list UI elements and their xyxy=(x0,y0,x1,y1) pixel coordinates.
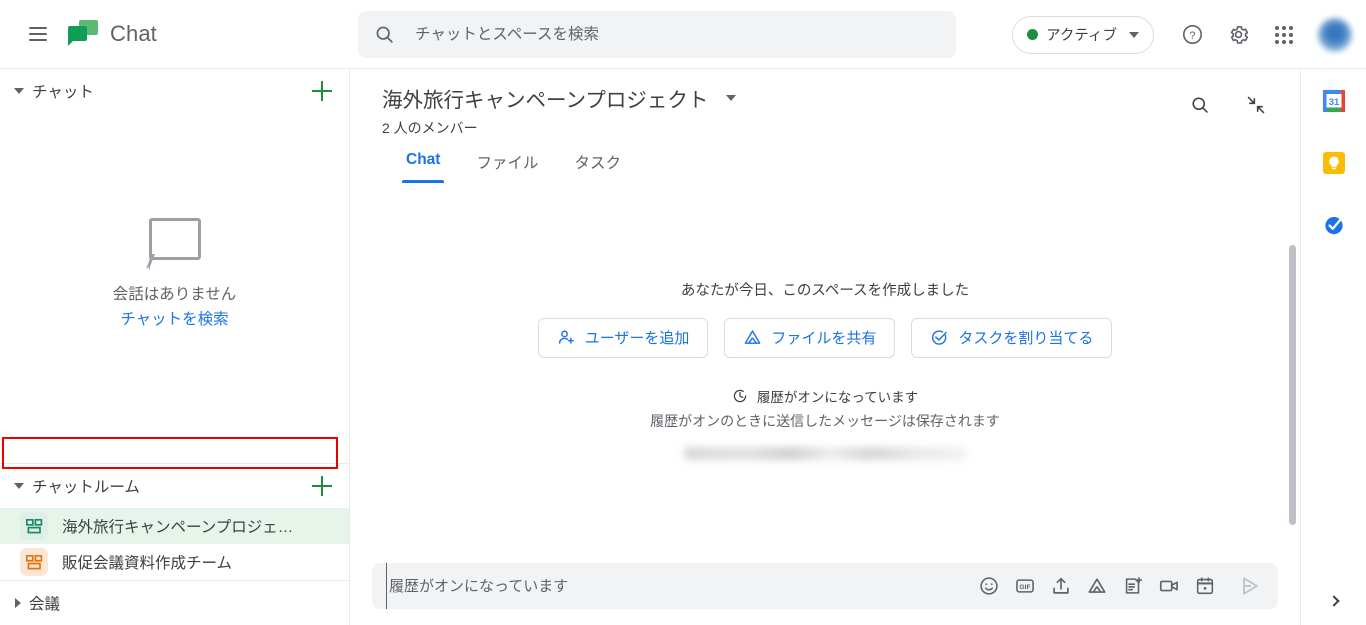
new-room-plus-icon[interactable] xyxy=(309,473,335,499)
search-input[interactable] xyxy=(413,11,940,58)
hamburger-icon[interactable] xyxy=(14,10,62,58)
svg-text:31: 31 xyxy=(1328,97,1339,108)
space-header: 海外旅行キャンペーンプロジェクト 2 人のメンバー Chat ファイル タスク xyxy=(350,69,1300,183)
search-chat-link[interactable]: チャットを検索 xyxy=(120,307,228,329)
triangle-down-icon xyxy=(14,88,24,94)
side-rail: 31 xyxy=(1300,69,1366,625)
assign-task-label: タスクを割り当てる xyxy=(958,330,1094,347)
history-title: 履歴がオンになっています xyxy=(756,389,919,405)
calendar-icon[interactable] xyxy=(1192,573,1218,599)
chevron-down-icon xyxy=(1129,31,1139,38)
expand-rail-button[interactable] xyxy=(1301,595,1366,607)
send-icon xyxy=(1243,577,1258,595)
quick-actions: ユーザーを追加 ファイルを共有 タスクを割り当てる xyxy=(537,317,1113,358)
upload-icon[interactable] xyxy=(1048,573,1074,599)
sidebar-room-label: 海外旅行キャンペーンプロジェ… xyxy=(62,519,294,536)
page-title: 海外旅行キャンペーンプロジェクト xyxy=(382,89,709,112)
task-check-icon xyxy=(932,330,948,345)
sidebar-room-label: 販促会議資料作成チーム xyxy=(62,555,233,572)
top-bar: Chat アクティブ ? xyxy=(0,0,1366,69)
google-chat-app: Chat アクティブ ? xyxy=(0,0,1366,625)
chat-empty-state: 会話はありません チャットを検索 xyxy=(0,113,349,463)
sidebar-section-rooms-label: チャットルーム xyxy=(32,479,140,496)
gear-icon[interactable] xyxy=(1216,13,1260,57)
space-members-count: 2 人のメンバー xyxy=(382,120,478,136)
gif-icon[interactable]: GIF xyxy=(1012,573,1038,599)
chat-bubble-outline-icon xyxy=(148,217,201,271)
triangle-right-icon xyxy=(15,598,21,608)
space-header-actions xyxy=(1178,83,1278,127)
sidebar-room-item-2[interactable]: 販促会議資料作成チーム xyxy=(0,544,349,580)
sidebar-section-rooms: チャットルーム 海外旅行キャンペーンプロジェ… 販促会議資料作成チーム xyxy=(0,463,349,580)
new-chat-plus-icon[interactable] xyxy=(309,78,335,104)
drive-icon[interactable] xyxy=(1084,573,1110,599)
message-input[interactable] xyxy=(386,563,976,609)
drive-triangle-icon xyxy=(744,330,761,344)
brand: Chat xyxy=(68,19,157,49)
sidebar-section-meetings: 会議 xyxy=(0,580,349,625)
add-user-label: ユーザーを追加 xyxy=(584,330,690,347)
sidebar-section-chat[interactable]: チャット xyxy=(0,69,349,113)
conversation-scrollbar[interactable] xyxy=(1289,245,1296,525)
space-created-text: あなたが今日、このスペースを作成しました xyxy=(680,282,970,299)
sidebar-section-chat-label: チャット xyxy=(32,84,94,101)
space-avatar-icon xyxy=(20,548,48,576)
space-tabs: Chat ファイル タスク xyxy=(388,147,1300,183)
top-bar-actions: アクティブ ? xyxy=(1012,0,1356,69)
composer-wrapper: GIF xyxy=(350,563,1300,625)
user-avatar[interactable] xyxy=(1318,17,1352,52)
status-label: アクティブ xyxy=(1046,28,1117,44)
history-status: 履歴がオンになっています xyxy=(732,386,918,406)
tab-files[interactable]: ファイル xyxy=(458,147,556,183)
emoji-icon[interactable] xyxy=(976,573,1002,599)
conversation-area: あなたが今日、このスペースを作成しました ユーザーを追加 ファイルを共有 タスク… xyxy=(350,183,1300,563)
history-subtitle: 履歴がオンのときに送信したメッセージは保存されます xyxy=(650,412,1000,429)
sidebar-section-meetings-header[interactable]: 会議 xyxy=(0,581,349,625)
help-circle-icon[interactable]: ? xyxy=(1170,13,1214,57)
google-keep-icon[interactable] xyxy=(1320,149,1348,177)
chat-empty-text: 会話はありません xyxy=(112,285,237,303)
google-chat-logo xyxy=(68,19,98,49)
add-user-button[interactable]: ユーザーを追加 xyxy=(537,317,709,358)
space-avatar-icon xyxy=(20,512,48,540)
collapse-arrows-icon xyxy=(1247,96,1265,114)
video-camera-icon[interactable] xyxy=(1156,573,1182,599)
status-dot-icon xyxy=(1027,29,1039,40)
apps-grid-icon[interactable] xyxy=(1262,13,1306,57)
triangle-down-icon xyxy=(14,483,24,489)
sidebar-section-meetings-label: 会議 xyxy=(29,596,61,613)
tab-chat[interactable]: Chat xyxy=(388,147,458,183)
tab-tasks[interactable]: タスク xyxy=(556,147,639,183)
history-clock-icon xyxy=(733,389,747,402)
add-person-icon xyxy=(558,330,574,344)
body: チャット 会話はありません チャットを検索 チャットルーム 海外旅行キャンペーン… xyxy=(0,69,1366,625)
composer-icons: GIF xyxy=(976,573,1222,599)
share-file-button[interactable]: ファイルを共有 xyxy=(724,317,896,358)
share-file-label: ファイルを共有 xyxy=(771,330,877,347)
send-button[interactable] xyxy=(1230,566,1270,606)
message-composer[interactable]: GIF xyxy=(372,563,1278,609)
search-bar[interactable] xyxy=(358,11,956,58)
chevron-down-icon[interactable] xyxy=(726,95,737,101)
new-doc-icon[interactable] xyxy=(1120,573,1146,599)
redacted-content xyxy=(684,446,966,460)
app-name: Chat xyxy=(110,21,157,46)
chevron-right-icon xyxy=(1327,595,1340,607)
assign-task-button[interactable]: タスクを割り当てる xyxy=(911,317,1113,358)
google-tasks-icon[interactable] xyxy=(1320,211,1348,239)
status-chip[interactable]: アクティブ xyxy=(1012,15,1154,54)
main-panel: 海外旅行キャンペーンプロジェクト 2 人のメンバー Chat ファイル タスク xyxy=(350,69,1300,625)
sidebar: チャット 会話はありません チャットを検索 チャットルーム 海外旅行キャンペーン… xyxy=(0,69,350,625)
svg-text:?: ? xyxy=(1189,30,1195,42)
space-title-row[interactable]: 海外旅行キャンペーンプロジェクト xyxy=(382,83,1300,113)
search-icon xyxy=(376,26,393,43)
collapse-button[interactable] xyxy=(1234,83,1278,127)
google-calendar-icon[interactable]: 31 xyxy=(1320,87,1348,115)
sidebar-section-rooms-header[interactable]: チャットルーム xyxy=(0,464,349,508)
sidebar-room-item-1[interactable]: 海外旅行キャンペーンプロジェ… xyxy=(0,508,349,544)
search-in-space-button[interactable] xyxy=(1178,83,1222,127)
search-icon xyxy=(1192,97,1208,113)
svg-text:GIF: GIF xyxy=(1019,584,1030,591)
